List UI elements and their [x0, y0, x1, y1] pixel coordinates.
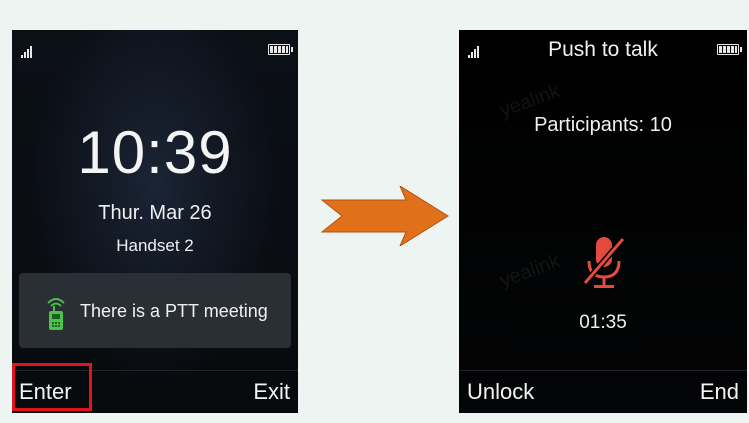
notification-text: There is a PTT meeting: [80, 301, 268, 321]
handset-label: Handset 2: [116, 236, 194, 255]
participants-label: Participants: 10: [534, 114, 672, 136]
clock-time: 10:39: [77, 119, 233, 186]
enter-highlight-box: [12, 363, 92, 411]
mic-muted-icon[interactable]: [583, 233, 625, 293]
ptt-notification[interactable]: There is a PTT meeting: [19, 273, 291, 348]
ptt-call-screen: yealink yealink Push to talk Participant…: [459, 30, 747, 413]
softkey-bar: Unlock End: [459, 370, 747, 413]
lock-screen: 10:39 Thur. Mar 26 Handset 2 There is a …: [12, 30, 298, 413]
end-softkey[interactable]: End: [700, 379, 739, 405]
signal-icon: [21, 46, 37, 58]
date-label: Thur. Mar 26: [98, 202, 212, 224]
exit-softkey[interactable]: Exit: [253, 379, 290, 405]
watermark: yealink: [496, 250, 563, 293]
battery-icon: [717, 44, 742, 55]
ptt-walkie-icon: [47, 298, 65, 330]
screen-title: Push to talk: [548, 38, 658, 61]
unlock-softkey[interactable]: Unlock: [467, 379, 534, 405]
call-timer: 01:35: [579, 312, 627, 333]
arrow-right-icon: [320, 186, 449, 246]
battery-icon: [268, 44, 293, 55]
